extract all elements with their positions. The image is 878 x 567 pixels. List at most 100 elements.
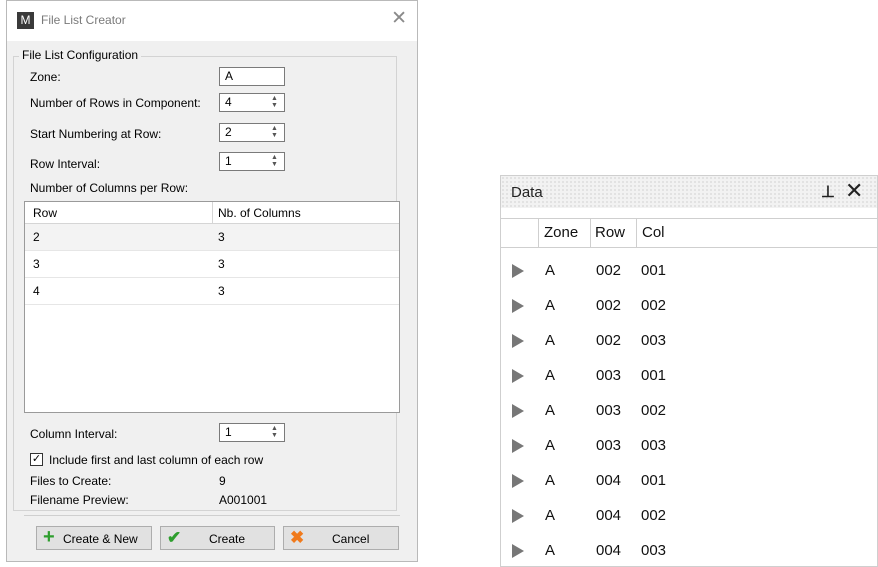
zone-cell: A <box>545 367 556 384</box>
group-title: File List Configuration <box>19 48 142 62</box>
row-interval-label: Row Interval: <box>30 157 101 171</box>
row-expand-icon[interactable] <box>512 334 524 348</box>
zone-cell: A <box>545 437 556 454</box>
start-row-label: Start Numbering at Row: <box>30 127 162 141</box>
include-first-last-label[interactable]: Include first and last column of each ro… <box>49 453 263 467</box>
col-cell: 003 <box>641 437 667 454</box>
columns-cell[interactable]: 3 <box>218 257 225 271</box>
row-cell: 003 <box>596 402 622 419</box>
header-divider <box>212 202 213 224</box>
create-and-new-label: Create & New <box>63 532 138 546</box>
zone-input[interactable]: A <box>219 67 285 86</box>
row-cell: 3 <box>33 257 40 271</box>
col-cell: 001 <box>641 262 667 279</box>
rows-in-component-spinner[interactable]: 4 ▲ ▼ <box>219 93 285 112</box>
zone-cell: A <box>545 402 556 419</box>
zone-cell: A <box>545 297 556 314</box>
row-expand-icon[interactable] <box>512 299 524 313</box>
data-row[interactable]: A 004 001 <box>501 464 877 499</box>
filename-preview-label: Filename Preview: <box>30 493 129 507</box>
zone-label: Zone: <box>30 70 61 84</box>
spin-arrows-icon[interactable]: ▲ ▼ <box>270 425 279 440</box>
pin-icon[interactable]: ⊥ <box>821 182 835 202</box>
row-interval-spinner[interactable]: 1 ▲ ▼ <box>219 152 285 171</box>
row-cell: 004 <box>596 542 622 559</box>
row-expand-icon[interactable] <box>512 544 524 558</box>
panel-title-bar[interactable]: Data ⊥ ✕ <box>501 176 877 208</box>
zone-cell: A <box>545 262 556 279</box>
app-logo-icon: M <box>17 12 34 29</box>
col-cell: 003 <box>641 542 667 559</box>
divider <box>24 515 400 516</box>
column-divider <box>636 219 637 248</box>
filename-preview-value: A001001 <box>219 493 268 507</box>
data-row[interactable]: A 002 003 <box>501 324 877 359</box>
row-expand-icon[interactable] <box>512 439 524 453</box>
column-interval-spinner[interactable]: 1 ▲ ▼ <box>219 423 285 442</box>
start-row-value: 2 <box>225 125 232 139</box>
plus-icon: + <box>43 526 55 548</box>
columns-per-row-label: Number of Columns per Row: <box>30 181 189 195</box>
columns-cell[interactable]: 3 <box>218 284 225 298</box>
column-interval-value: 1 <box>225 425 232 439</box>
row-expand-icon[interactable] <box>512 369 524 383</box>
panel-title: Data <box>511 184 543 201</box>
table-row[interactable]: 3 3 <box>25 251 399 278</box>
header-zone[interactable]: Zone <box>544 224 578 241</box>
panel-close-icon[interactable]: ✕ <box>845 179 863 203</box>
row-expand-icon[interactable] <box>512 264 524 278</box>
table-row[interactable]: 2 3 <box>25 224 399 251</box>
column-divider <box>538 219 539 248</box>
data-row[interactable]: A 004 002 <box>501 499 877 534</box>
row-cell: 004 <box>596 472 622 489</box>
col-cell: 001 <box>641 472 667 489</box>
zone-cell: A <box>545 332 556 349</box>
table-row[interactable]: 4 3 <box>25 278 399 305</box>
spin-arrows-icon[interactable]: ▲ ▼ <box>270 95 279 110</box>
columns-per-row-table[interactable]: Row Nb. of Columns 2 3 3 3 4 3 <box>24 201 400 413</box>
files-to-create-value: 9 <box>219 474 226 488</box>
include-first-last-checkbox[interactable]: ✓ <box>30 453 43 466</box>
cancel-x-icon: ✖ <box>290 528 305 547</box>
row-cell: 003 <box>596 367 622 384</box>
spin-arrows-icon[interactable]: ▲ ▼ <box>270 125 279 140</box>
spin-arrows-icon[interactable]: ▲ ▼ <box>270 154 279 169</box>
create-label: Create <box>209 532 246 546</box>
header-row[interactable]: Row <box>33 206 57 220</box>
row-cell: 2 <box>33 230 40 244</box>
rows-in-component-value: 4 <box>225 95 232 109</box>
col-cell: 003 <box>641 332 667 349</box>
data-row[interactable]: A 003 002 <box>501 394 877 429</box>
checkmark-icon: ✔ <box>167 528 182 547</box>
row-expand-icon[interactable] <box>512 509 524 523</box>
row-cell: 002 <box>596 262 622 279</box>
data-row[interactable]: A 003 003 <box>501 429 877 464</box>
grid-header: Zone Row Col <box>501 218 877 248</box>
row-cell: 003 <box>596 437 622 454</box>
create-and-new-button[interactable]: + Create & New <box>36 526 152 550</box>
header-nb-columns[interactable]: Nb. of Columns <box>218 206 301 220</box>
column-divider <box>590 219 591 248</box>
data-row[interactable]: A 002 001 <box>501 254 877 289</box>
zone-cell: A <box>545 507 556 524</box>
row-interval-value: 1 <box>225 154 232 168</box>
close-icon[interactable]: ✕ <box>391 8 407 30</box>
data-row[interactable]: A 002 002 <box>501 289 877 324</box>
col-cell: 002 <box>641 507 667 524</box>
row-cell: 004 <box>596 507 622 524</box>
row-cell: 4 <box>33 284 40 298</box>
header-row[interactable]: Row <box>595 224 625 241</box>
row-expand-icon[interactable] <box>512 404 524 418</box>
header-col[interactable]: Col <box>642 224 665 241</box>
start-row-spinner[interactable]: 2 ▲ ▼ <box>219 123 285 142</box>
row-cell: 002 <box>596 297 622 314</box>
create-button[interactable]: ✔ Create <box>160 526 275 550</box>
col-cell: 002 <box>641 402 667 419</box>
columns-cell[interactable]: 3 <box>218 230 225 244</box>
row-expand-icon[interactable] <box>512 474 524 488</box>
col-cell: 001 <box>641 367 667 384</box>
zone-cell: A <box>545 542 556 559</box>
data-row[interactable]: A 004 003 <box>501 534 877 566</box>
data-row[interactable]: A 003 001 <box>501 359 877 394</box>
cancel-button[interactable]: ✖ Cancel <box>283 526 399 550</box>
